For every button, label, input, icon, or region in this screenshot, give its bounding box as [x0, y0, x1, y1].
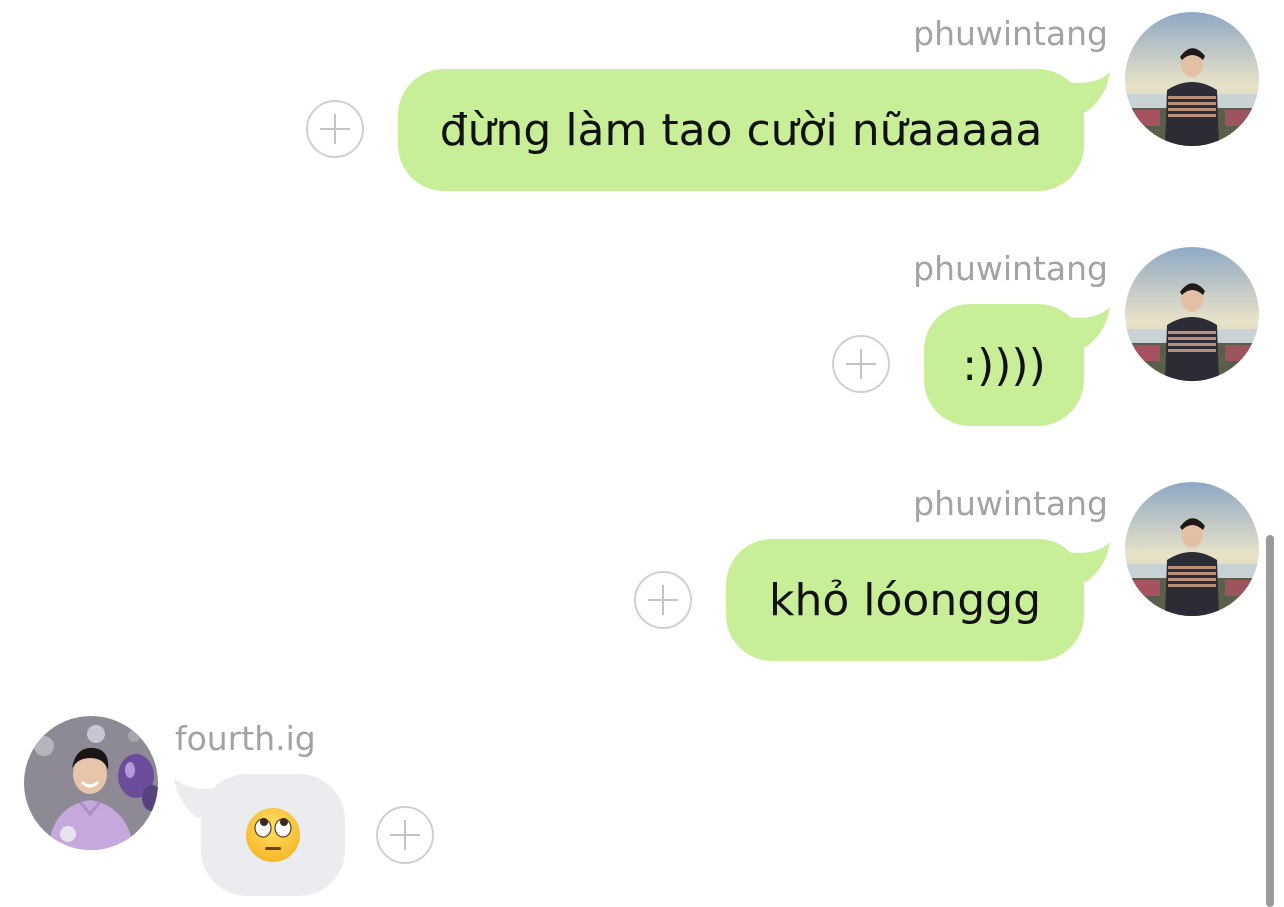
- vertical-scrollbar[interactable]: [1266, 535, 1274, 907]
- add-reaction-button[interactable]: [832, 335, 890, 393]
- sender-name: phuwintang: [913, 484, 1108, 523]
- add-reaction-button[interactable]: [306, 100, 364, 158]
- sender-avatar[interactable]: [1125, 12, 1259, 146]
- avatar-photo-icon: [1125, 482, 1259, 616]
- avatar-photo-icon: [1125, 247, 1259, 381]
- sender-name: phuwintang: [913, 14, 1108, 53]
- contact-avatar[interactable]: [24, 716, 158, 850]
- add-reaction-button[interactable]: [634, 571, 692, 629]
- add-reaction-button[interactable]: [376, 806, 434, 864]
- message-bubble[interactable]: [201, 774, 345, 896]
- message-bubble[interactable]: đừng làm tao cười nữaaaaa: [398, 69, 1084, 191]
- sender-avatar[interactable]: [1125, 482, 1259, 616]
- chat-screen: phuwintang đừng làm tao cười nữaaaaa phu…: [0, 0, 1284, 907]
- avatar-photo-icon: [1125, 12, 1259, 146]
- sender-avatar[interactable]: [1125, 247, 1259, 381]
- face-with-rolling-eyes-icon: [244, 806, 302, 864]
- sender-name: phuwintang: [913, 249, 1108, 288]
- message-bubble[interactable]: :)))): [924, 304, 1084, 426]
- sender-name: fourth.ig: [175, 719, 316, 758]
- message-bubble[interactable]: khỏ lóonggg: [726, 539, 1084, 661]
- avatar-photo-icon: [24, 716, 158, 850]
